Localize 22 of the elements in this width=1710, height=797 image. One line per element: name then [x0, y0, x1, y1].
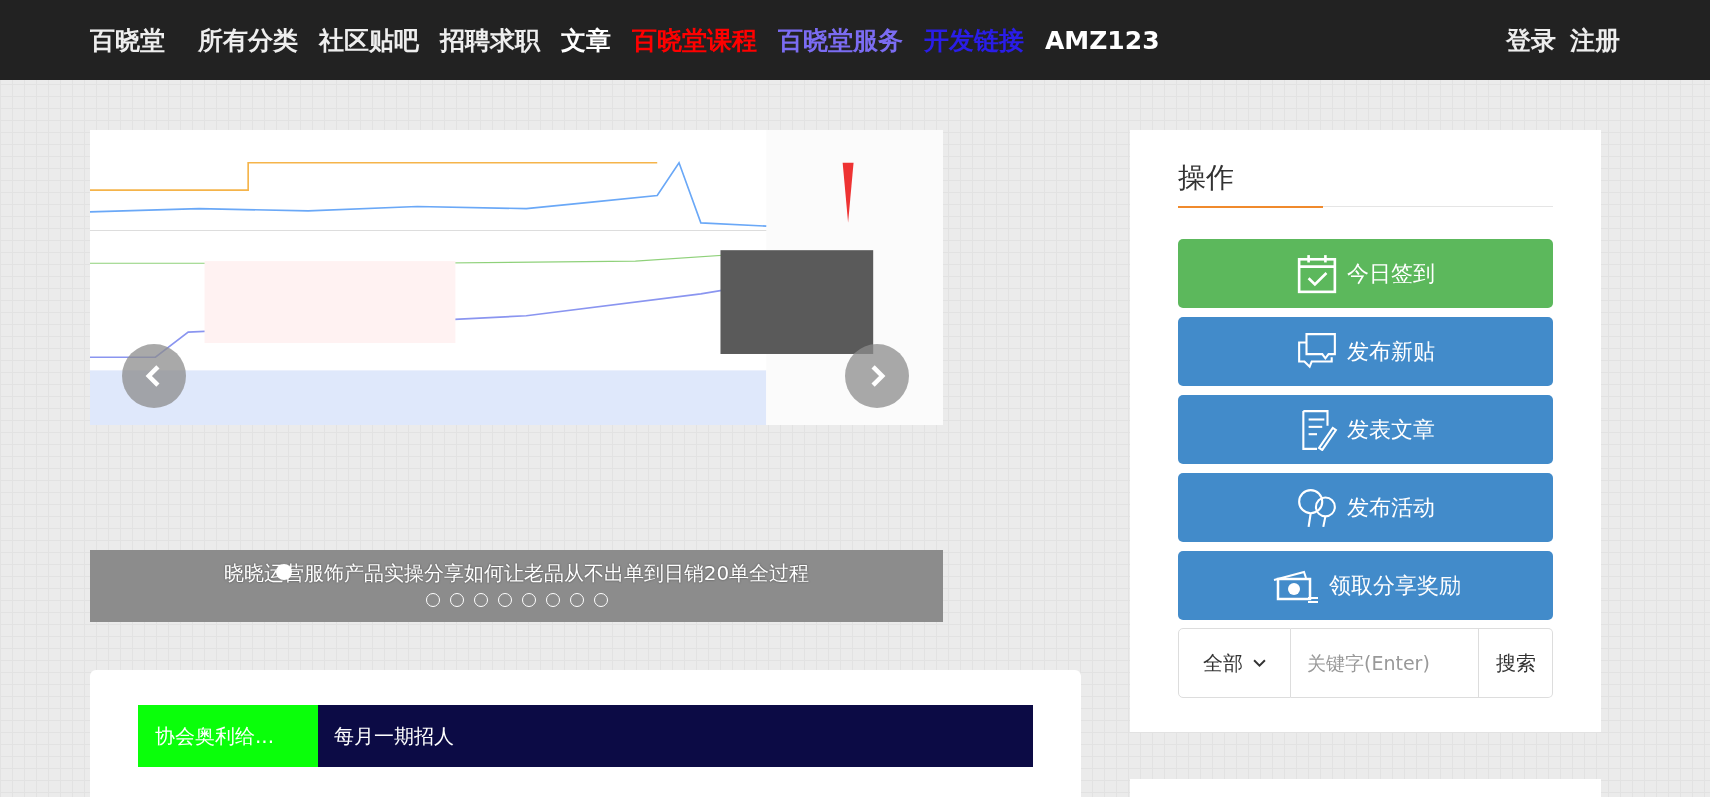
calendar-check-icon: [1296, 252, 1338, 295]
auth-link[interactable]: 登录: [1506, 23, 1556, 57]
search-button[interactable]: 搜索: [1479, 628, 1553, 698]
nav-link[interactable]: 百晓堂课程: [632, 23, 757, 57]
nav-link[interactable]: 社区贴吧: [319, 23, 419, 57]
scope-select[interactable]: 全部: [1178, 628, 1291, 698]
section-title: 操作: [1178, 160, 1235, 196]
action-button[interactable]: 领取分享奖励: [1178, 551, 1553, 620]
action-button[interactable]: 发布新贴: [1178, 317, 1553, 386]
action-button[interactable]: 发布活动: [1178, 473, 1553, 542]
chevron-down-icon: [1253, 658, 1266, 668]
notice-text[interactable]: 每月一期招人: [318, 705, 1033, 767]
keyword-field[interactable]: 关键字(Enter): [1291, 628, 1479, 698]
nav-link[interactable]: 百晓堂服务: [778, 23, 903, 57]
balloons-icon: [1296, 486, 1338, 529]
nav-link[interactable]: 文章: [561, 23, 611, 57]
nav-link[interactable]: 招聘求职: [440, 23, 540, 57]
nav-link[interactable]: 所有分类: [198, 23, 298, 57]
action-button[interactable]: 发表文章: [1178, 395, 1553, 464]
site-logo-link[interactable]: 百晓堂: [90, 23, 165, 57]
nav-link[interactable]: AMZ123: [1045, 25, 1160, 55]
auth-link[interactable]: 注册: [1570, 23, 1620, 57]
